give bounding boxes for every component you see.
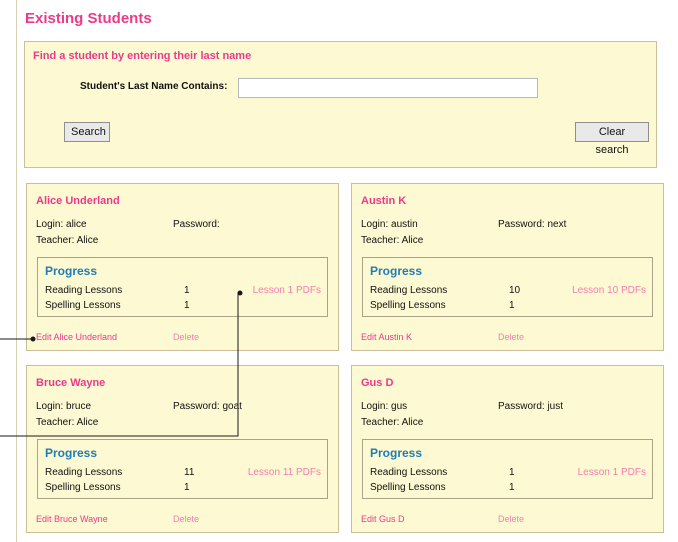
callout-dot-pdfs: [237, 290, 243, 296]
callout-dot-edit: [30, 336, 36, 342]
annotation-callouts: [0, 290, 243, 437]
callout-line-pdfs: [0, 292, 240, 437]
